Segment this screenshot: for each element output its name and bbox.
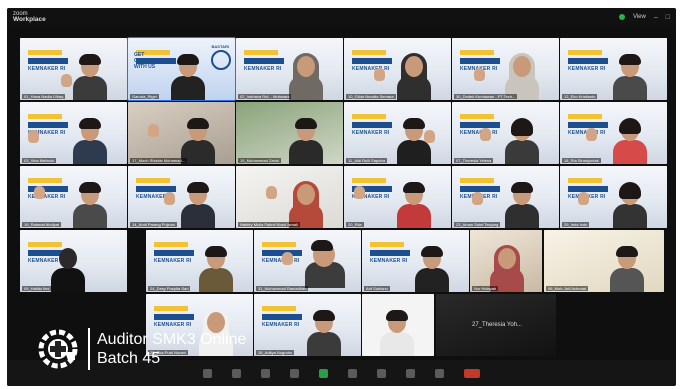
participant-tile[interactable]: KEMNAKER RI 02_Indriana Rut... Mutiarani — [236, 38, 343, 100]
leave-button[interactable] — [464, 368, 480, 378]
record-icon[interactable] — [348, 368, 357, 378]
participant-name: Arif Sutrisno — [364, 286, 390, 291]
participant-name: 20_Rila — [346, 222, 364, 227]
participant-name: 17_Moch Rhizkie Mohamad... — [130, 158, 187, 163]
participant-name: 30_Dedek Kurniawan - PT.Tech... — [454, 94, 518, 99]
participant-name: 19_Rahmat Ahdiyat — [22, 222, 61, 227]
view-button[interactable]: View — [633, 14, 646, 20]
participant-name: Garuda_Rigel — [130, 94, 159, 99]
participant-tile[interactable]: Nabitry Mulia Fahmi Nurul Ismail — [236, 166, 343, 228]
participant-tile[interactable]: 27_Theresia Yoh... — [436, 294, 556, 356]
caption-text: Auditor SMK3 Online Batch 45 — [97, 330, 246, 368]
active-speaker-tile[interactable]: BASTARI GET CERTIFIED WITH US Garuda_Rig… — [127, 37, 236, 101]
participant-tile[interactable]: KEMNAKER RI 10_Gilda Novalia Semara — [344, 38, 451, 100]
brand-label: BASTARI — [211, 44, 229, 49]
participant-name: 10_Gilda Novalia Semara — [346, 94, 396, 99]
participant-tile[interactable]: KEMNAKER RI 09_Hafidz Ilmi — [20, 230, 127, 292]
participant-name: Nur Hidayah — [472, 286, 499, 291]
participants-icon[interactable] — [261, 368, 270, 378]
more-icon[interactable] — [435, 368, 444, 378]
participant-tile[interactable]: KEMNAKER RI 19_Rahmat Ahdiyat — [20, 166, 127, 228]
chat-icon[interactable] — [290, 368, 299, 378]
participant-name: 14_Andi Parang Pujiono — [130, 222, 178, 227]
participant-tile[interactable]: KEMNAKER RI 20_Rila — [344, 166, 451, 228]
ad-title: GET CERTIFIED WITH US — [134, 52, 161, 70]
participant-name: 24_Desy Puspita Sari — [148, 286, 191, 291]
video-gallery: KEMNAKER RI 01_Hana Nadia Ulhaq BASTARI … — [20, 37, 667, 356]
participant-name: 09_Hafidz Ilmi — [22, 286, 52, 291]
app-name: Workplace — [13, 16, 46, 23]
brand-logo-icon — [211, 50, 231, 70]
participant-name: 15_Muhammad Zahid — [238, 158, 281, 163]
participant-tile[interactable]: KEMNAKER RI 23_Aman Sotel Tanjung — [452, 166, 559, 228]
participant-tile[interactable]: KEMNAKER RI 14_Andi Parang Pujiono — [128, 166, 235, 228]
participant-tile[interactable]: 15_Muhammad Zahid — [236, 102, 343, 164]
title-bar: zoom Workplace View – □ — [7, 8, 676, 26]
participant-name: 07_Theresia Yelena — [454, 158, 494, 163]
participant-video — [61, 54, 107, 100]
participant-name: 28_Aditya Nugroho — [256, 350, 295, 355]
participant-tile[interactable]: KEMNAKER RI 12_Eko Kristianto — [560, 38, 667, 100]
caption-overlay: Auditor SMK3 Online Batch 45 — [35, 326, 246, 372]
participant-tile[interactable]: KEMNAKER RI 29_Irnia Indri — [560, 166, 667, 228]
share-screen-icon[interactable] — [319, 368, 328, 378]
caption-line-1: Auditor SMK3 Online — [97, 331, 247, 348]
participant-tile[interactable]: KEMNAKER RI 11_Aldi Rulli Saputra — [344, 102, 451, 164]
participant-tile[interactable]: KEMNAKER RI 18_Ria Sinanjuntak — [560, 102, 667, 164]
minimize-icon[interactable]: – — [654, 14, 658, 21]
caption-divider — [88, 328, 90, 370]
participant-tile[interactable]: KEMNAKER RI 01_Hana Nadia Ulhaq — [20, 38, 127, 100]
participant-tile[interactable]: 06_Moh. Arif Achmad — [544, 230, 664, 292]
security-shield-icon[interactable] — [618, 14, 625, 20]
participant-tile[interactable]: KEMNAKER RI 24_Desy Puspita Sari — [146, 230, 253, 292]
participant-tile[interactable]: KEMNAKER RI Arif Sutrisno — [362, 230, 469, 292]
app-title: zoom Workplace — [13, 11, 46, 23]
participant-name: Nabitry Mulia Fahmi Nurul Ismail — [238, 222, 300, 227]
participant-tile[interactable]: 17_Moch Rhizkie Mohamad... — [128, 102, 235, 164]
maximize-icon[interactable]: □ — [666, 14, 670, 21]
participant-name-center: 27_Theresia Yoh... — [472, 322, 523, 328]
reactions-icon[interactable] — [377, 368, 386, 378]
apps-icon[interactable] — [406, 368, 415, 378]
title-bar-controls: View – □ — [618, 14, 670, 21]
participant-name: 01_Hana Nadia Ulhaq — [22, 94, 66, 99]
caption-line-2: Batch 45 — [97, 350, 161, 367]
participant-name: 23_Aman Sotel Tanjung — [454, 222, 501, 227]
participant-video — [171, 54, 205, 100]
participant-name: 12_Eko Kristianto — [562, 94, 598, 99]
participant-name: 29_Irnia Indri — [562, 222, 590, 227]
participant-tile[interactable]: KEMNAKER RI 07_Theresia Yelena — [452, 102, 559, 164]
participant-name: 31_Muhammad Ramadhan — [256, 286, 309, 291]
participant-tile[interactable] — [362, 294, 434, 356]
participant-tile[interactable]: Nur Hidayah — [470, 230, 542, 292]
participant-tile[interactable]: KEMNAKER RI 03_Vina Melinda — [20, 102, 127, 164]
participant-name: 18_Ria Sinanjuntak — [562, 158, 601, 163]
participant-name: 03_Vina Melinda — [22, 158, 56, 163]
gear-shield-logo-icon — [38, 329, 78, 369]
participant-tile[interactable]: KEMNAKER RI 31_Muhammad Ramadhan — [254, 230, 361, 292]
participant-name: 11_Aldi Rulli Saputra — [346, 158, 388, 163]
participant-name: 02_Indriana Rut... Mutiarani — [238, 94, 292, 99]
participant-tile[interactable]: KEMNAKER RI 28_Aditya Nugroho — [254, 294, 361, 356]
zoom-window: zoom Workplace View – □ KEMNAKER RI 01_H… — [7, 8, 676, 386]
participant-tile[interactable]: KEMNAKER RI 30_Dedek Kurniawan - PT.Tech… — [452, 38, 559, 100]
participant-name: 06_Moh. Arif Achmad — [546, 286, 589, 291]
